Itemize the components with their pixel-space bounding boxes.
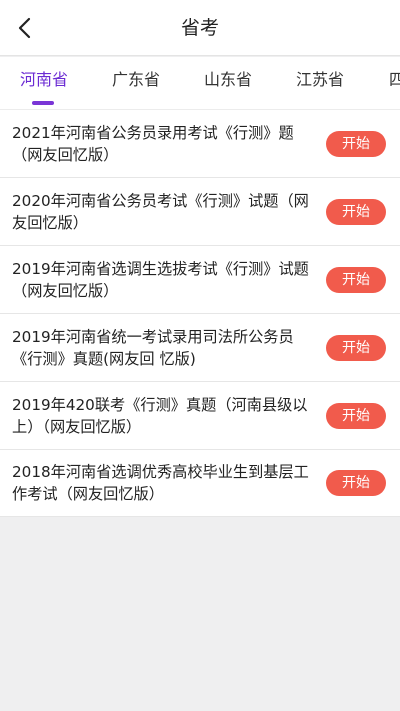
start-button[interactable]: 开始 — [326, 198, 386, 225]
exam-title: 2019年420联考《行测》真题（河南县级以上）（网友回忆版） — [12, 395, 308, 436]
tab-shandong[interactable]: 山东省 — [204, 57, 252, 103]
tab-jiangsu[interactable]: 江苏省 — [296, 57, 344, 103]
start-button[interactable]: 开始 — [326, 470, 386, 496]
page-title: 省考 — [180, 17, 219, 39]
list-item[interactable]: 2018年河南省选调优秀高校毕业生到基层工作考试（网友回忆版） 开始 — [0, 449, 400, 517]
exam-list: 2021年河南省公务员录用考试《行测》题（网友回忆版） 开始 2020年河南省公… — [0, 109, 400, 517]
exam-title: 2019年河南省选调生选拔考试《行测》试题（网友回忆版） — [12, 259, 309, 300]
list-item[interactable]: 2021年河南省公务员录用考试《行测》题（网友回忆版） 开始 — [0, 109, 400, 177]
active-tab-indicator — [32, 101, 54, 105]
start-button[interactable]: 开始 — [326, 130, 386, 157]
list-item[interactable]: 2019年河南省统一考试录用司法所公务员《行测》真题(网友回 忆版) 开始 — [0, 313, 400, 381]
exam-title: 2018年河南省选调优秀高校毕业生到基层工作考试（网友回忆版） — [12, 463, 309, 503]
tab-si[interactable]: 四 — [389, 57, 400, 103]
tab-henan[interactable]: 河南省 — [20, 57, 68, 103]
app-root: 省考 河南省 广东省 山东省 江苏省 四 2021年河南省公务员录用考试《行测》… — [0, 0, 400, 711]
list-item[interactable]: 2020年河南省公务员考试《行测》试题（网友回忆版） 开始 — [0, 177, 400, 245]
start-button[interactable]: 开始 — [326, 402, 386, 429]
tab-guangdong[interactable]: 广东省 — [112, 57, 160, 103]
list-item[interactable]: 2019年河南省选调生选拔考试《行测》试题（网友回忆版） 开始 — [0, 245, 400, 313]
exam-title: 2021年河南省公务员录用考试《行测》题（网友回忆版） — [12, 123, 294, 164]
exam-title: 2020年河南省公务员考试《行测》试题（网友回忆版） — [12, 191, 309, 232]
top-bar: 省考 — [0, 0, 400, 56]
start-button[interactable]: 开始 — [326, 334, 386, 361]
list-item[interactable]: 2019年420联考《行测》真题（河南县级以上）（网友回忆版） 开始 — [0, 381, 400, 449]
exam-title: 2019年河南省统一考试录用司法所公务员《行测》真题(网友回 忆版) — [12, 327, 294, 368]
start-button[interactable]: 开始 — [326, 266, 386, 293]
province-tabs: 河南省 广东省 山东省 江苏省 四 — [0, 57, 400, 109]
